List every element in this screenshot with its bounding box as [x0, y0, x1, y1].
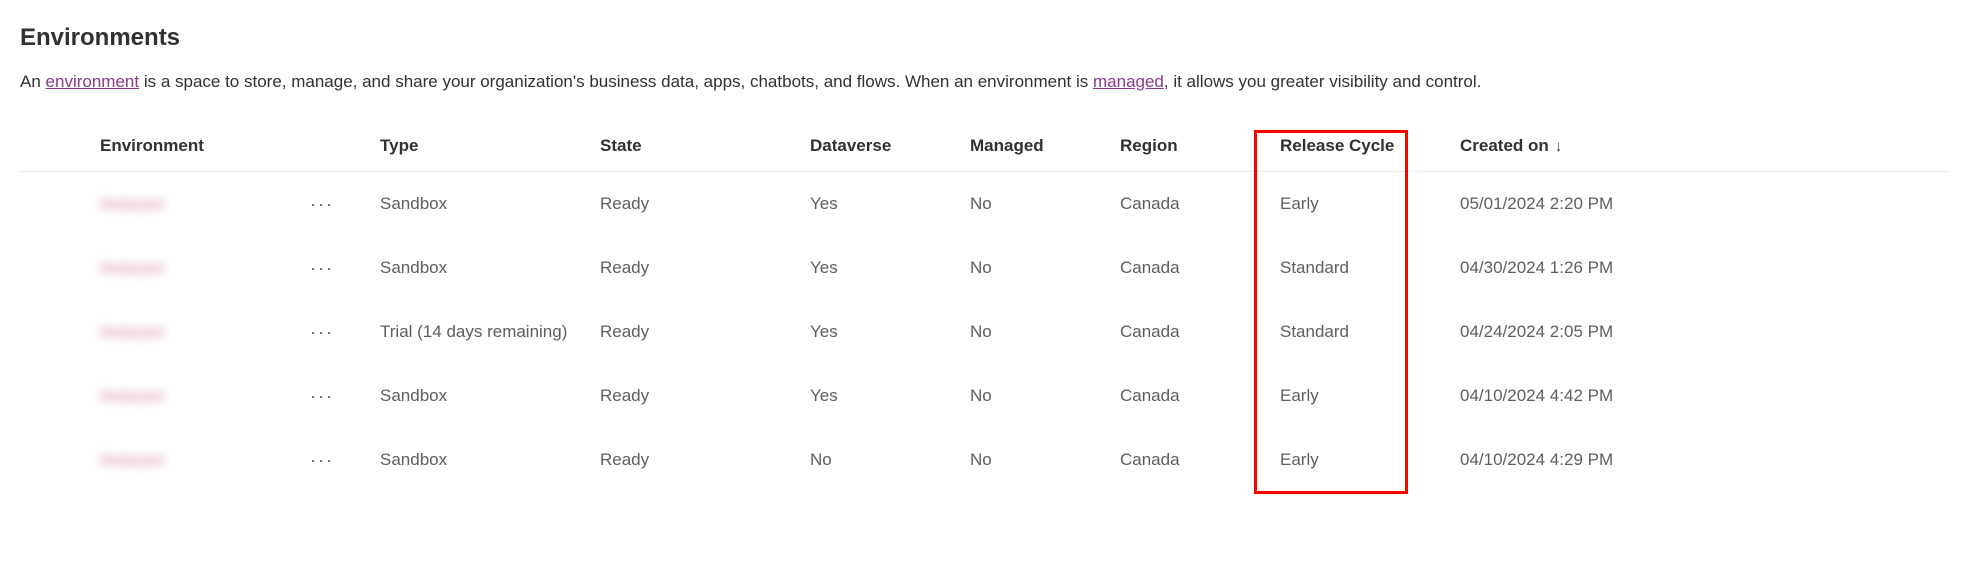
cell-state: Ready — [600, 322, 810, 342]
environment-name[interactable]: Redacted — [80, 450, 310, 470]
cell-created-on: 04/10/2024 4:42 PM — [1430, 386, 1660, 406]
table-header-row: Environment Type State Dataverse Managed… — [20, 120, 1948, 172]
cell-release-cycle: Early — [1280, 450, 1430, 470]
environment-name[interactable]: Redacted — [80, 386, 310, 406]
col-header-created-on[interactable]: Created on ↓ — [1430, 136, 1660, 156]
cell-dataverse: Yes — [810, 194, 970, 214]
page-title: Environments — [20, 24, 1948, 52]
cell-dataverse: Yes — [810, 386, 970, 406]
cell-dataverse: Yes — [810, 322, 970, 342]
cell-state: Ready — [600, 194, 810, 214]
cell-release-cycle: Standard — [1280, 322, 1430, 342]
environment-link[interactable]: environment — [46, 72, 140, 91]
cell-region: Canada — [1120, 194, 1280, 214]
cell-dataverse: No — [810, 450, 970, 470]
cell-state: Ready — [600, 450, 810, 470]
cell-region: Canada — [1120, 322, 1280, 342]
environment-name-redacted: Redacted — [100, 388, 164, 405]
more-actions-icon[interactable]: ··· — [310, 450, 380, 471]
table-row[interactable]: Redacted ···SandboxReadyYesNoCanadaStanda… — [20, 236, 1948, 300]
col-header-type[interactable]: Type — [380, 136, 600, 156]
cell-state: Ready — [600, 258, 810, 278]
desc-suffix: , it allows you greater visibility and c… — [1164, 72, 1481, 91]
more-actions-icon[interactable]: ··· — [310, 194, 380, 215]
cell-type: Sandbox — [380, 258, 600, 278]
col-header-state[interactable]: State — [600, 136, 810, 156]
more-actions-icon[interactable]: ··· — [310, 386, 380, 407]
environment-name[interactable]: Redacted — [80, 194, 310, 214]
more-actions-icon[interactable]: ··· — [310, 322, 380, 343]
col-header-environment[interactable]: Environment — [80, 136, 310, 156]
cell-type: Trial (14 days remaining) — [380, 322, 600, 342]
cell-managed: No — [970, 450, 1120, 470]
environment-name-redacted: Redacted — [100, 324, 164, 341]
page-description: An environment is a space to store, mana… — [20, 72, 1948, 92]
col-header-dataverse[interactable]: Dataverse — [810, 136, 970, 156]
cell-type: Sandbox — [380, 386, 600, 406]
cell-managed: No — [970, 386, 1120, 406]
cell-managed: No — [970, 322, 1120, 342]
sort-descending-icon: ↓ — [1555, 138, 1563, 155]
cell-managed: No — [970, 258, 1120, 278]
desc-middle: is a space to store, manage, and share y… — [139, 72, 1093, 91]
managed-link[interactable]: managed — [1093, 72, 1164, 91]
cell-release-cycle: Early — [1280, 194, 1430, 214]
cell-created-on: 04/30/2024 1:26 PM — [1430, 258, 1660, 278]
cell-created-on: 04/24/2024 2:05 PM — [1430, 322, 1660, 342]
cell-dataverse: Yes — [810, 258, 970, 278]
cell-release-cycle: Standard — [1280, 258, 1430, 278]
environment-name[interactable]: Redacted — [80, 258, 310, 278]
cell-region: Canada — [1120, 450, 1280, 470]
cell-region: Canada — [1120, 386, 1280, 406]
cell-state: Ready — [600, 386, 810, 406]
cell-release-cycle: Early — [1280, 386, 1430, 406]
environment-name-redacted: Redacted — [100, 196, 164, 213]
table-row[interactable]: Redacted ···SandboxReadyYesNoCanadaEarly0… — [20, 172, 1948, 236]
environments-table: Environment Type State Dataverse Managed… — [20, 120, 1948, 492]
table-row[interactable]: Redacted ···SandboxReadyYesNoCanadaEarly0… — [20, 364, 1948, 428]
col-header-managed[interactable]: Managed — [970, 136, 1120, 156]
desc-prefix: An — [20, 72, 46, 91]
cell-created-on: 05/01/2024 2:20 PM — [1430, 194, 1660, 214]
created-on-label: Created on — [1460, 136, 1549, 155]
environment-name-redacted: Redacted — [100, 260, 164, 277]
table-row[interactable]: Redacted ···Trial (14 days remaining)Read… — [20, 300, 1948, 364]
cell-managed: No — [970, 194, 1120, 214]
col-header-release-cycle[interactable]: Release Cycle — [1280, 136, 1430, 156]
cell-created-on: 04/10/2024 4:29 PM — [1430, 450, 1660, 470]
environment-name-redacted: Redacted — [100, 452, 164, 469]
cell-type: Sandbox — [380, 194, 600, 214]
cell-region: Canada — [1120, 258, 1280, 278]
cell-type: Sandbox — [380, 450, 600, 470]
more-actions-icon[interactable]: ··· — [310, 258, 380, 279]
table-row[interactable]: Redacted···SandboxReadyNoNoCanadaEarly04… — [20, 428, 1948, 492]
environment-name[interactable]: Redacted — [80, 322, 310, 342]
col-header-region[interactable]: Region — [1120, 136, 1280, 156]
